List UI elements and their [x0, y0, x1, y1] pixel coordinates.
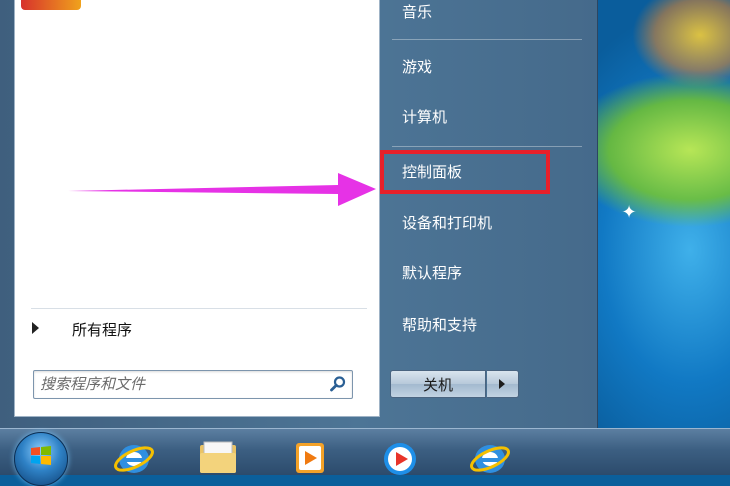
internet-explorer-icon[interactable]: [468, 437, 512, 477]
all-programs-label: 所有程序: [72, 321, 133, 339]
start-menu: 所有程序 音乐 游戏 计算机 控制面板 设备和打印机 默认程序 帮助和支持 关机: [0, 0, 598, 428]
menu-item-games[interactable]: 游戏: [390, 49, 580, 85]
all-programs-button[interactable]: 所有程序: [15, 313, 379, 343]
media-player-icon[interactable]: [288, 437, 332, 477]
menu-item-music[interactable]: 音乐: [390, 0, 580, 30]
highlight-box: [380, 150, 550, 194]
annotation-arrow: [68, 173, 376, 206]
menu-item-devices-printers[interactable]: 设备和打印机: [390, 205, 580, 241]
folder-icon[interactable]: [196, 437, 240, 477]
triangle-right-icon: [32, 322, 39, 334]
pinned-app-icon[interactable]: [21, 0, 81, 10]
search-icon[interactable]: [329, 375, 347, 393]
divider: [392, 146, 582, 147]
menu-item-computer[interactable]: 计算机: [390, 99, 580, 135]
windows-logo-icon: [31, 446, 51, 465]
triangle-right-icon: [499, 379, 505, 389]
divider: [31, 308, 367, 309]
menu-item-help-support[interactable]: 帮助和支持: [390, 307, 580, 343]
divider: [392, 39, 582, 40]
sparkle-icon: ✦: [621, 202, 637, 223]
shutdown-button[interactable]: 关机: [390, 370, 486, 398]
shutdown-options-button[interactable]: [487, 370, 519, 398]
search-input[interactable]: [40, 373, 320, 395]
internet-explorer-icon[interactable]: [112, 437, 156, 477]
video-player-icon[interactable]: [378, 437, 422, 477]
menu-item-default-programs[interactable]: 默认程序: [390, 255, 580, 291]
search-box[interactable]: [33, 370, 353, 399]
taskbar: [0, 428, 730, 486]
start-button[interactable]: [14, 432, 68, 486]
